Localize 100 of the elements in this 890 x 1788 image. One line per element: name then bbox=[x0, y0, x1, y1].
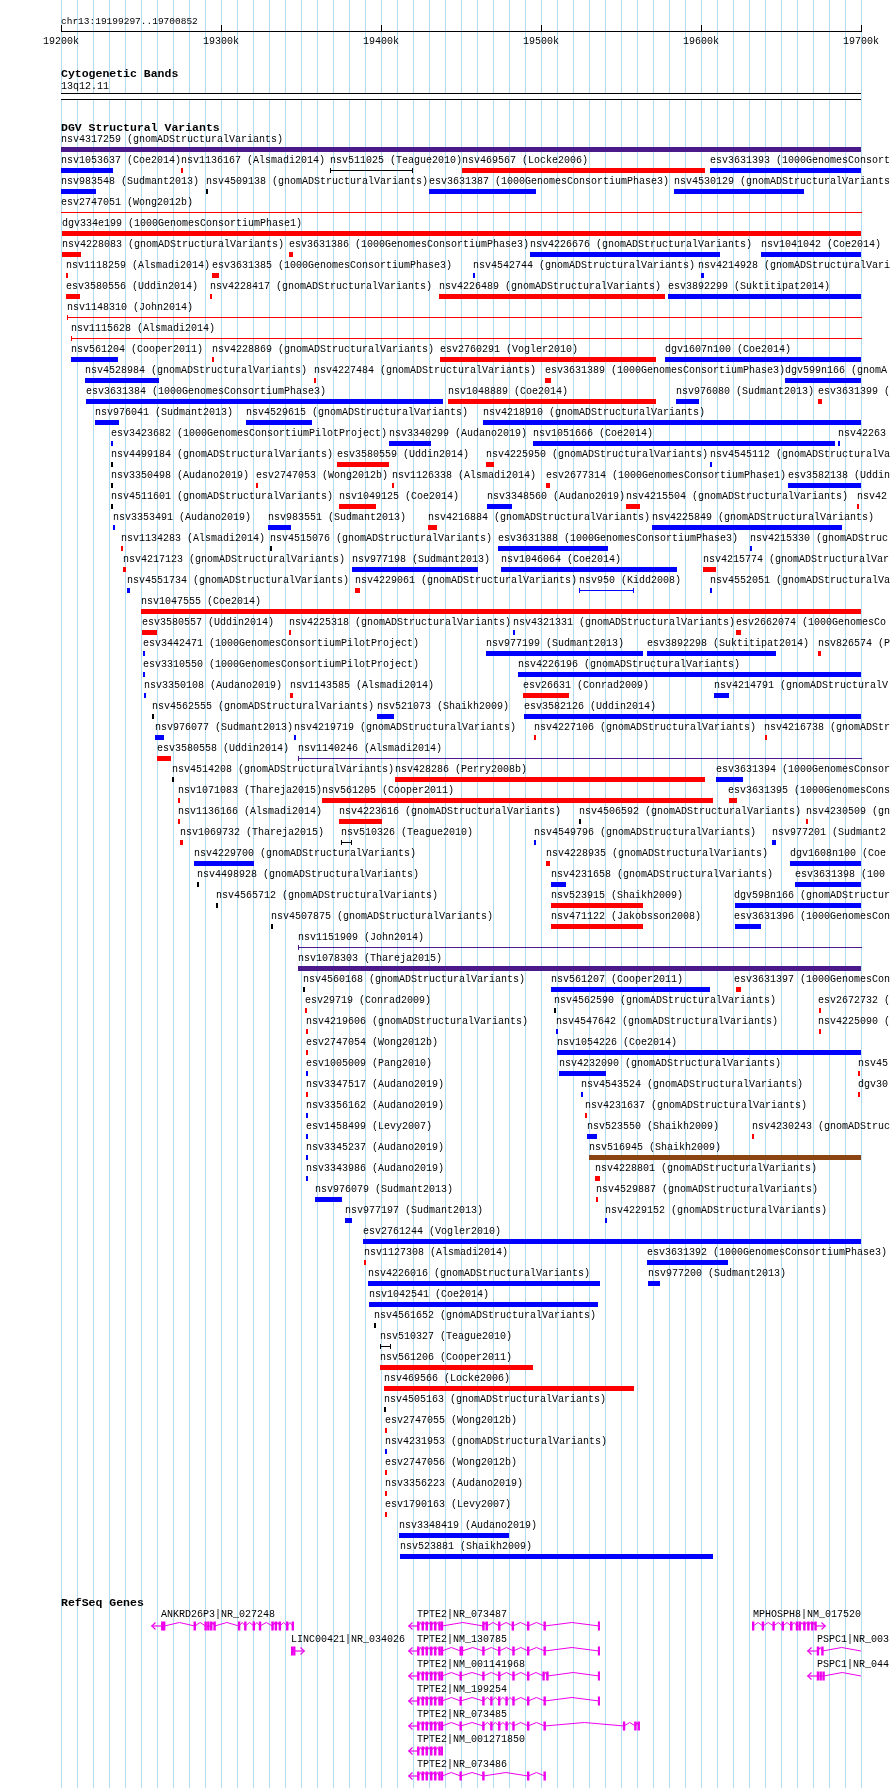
variant-bar[interactable] bbox=[735, 924, 761, 929]
gene-model-drawing[interactable] bbox=[408, 1771, 546, 1781]
variant-bar[interactable] bbox=[85, 378, 159, 383]
variant-bar[interactable] bbox=[761, 252, 861, 257]
variant-bar[interactable] bbox=[377, 714, 394, 719]
variant-bar[interactable] bbox=[546, 861, 550, 866]
variant-bar[interactable] bbox=[439, 294, 665, 299]
variant-bar[interactable] bbox=[486, 651, 643, 656]
variant-bar[interactable] bbox=[785, 378, 861, 383]
variant-bar[interactable] bbox=[735, 903, 861, 908]
variant-bar[interactable] bbox=[546, 483, 550, 488]
variant-bar[interactable] bbox=[501, 567, 677, 572]
variant-bar[interactable] bbox=[61, 168, 113, 173]
variant-bar[interactable] bbox=[339, 504, 376, 509]
variant-bar[interactable] bbox=[486, 462, 494, 467]
gene-model-drawing[interactable] bbox=[408, 1721, 640, 1731]
gene-model-drawing[interactable] bbox=[807, 1646, 861, 1656]
variant-bar[interactable] bbox=[339, 819, 382, 824]
variant-bar[interactable] bbox=[668, 294, 861, 299]
variant-bar[interactable] bbox=[716, 777, 743, 782]
variant-bar[interactable] bbox=[772, 840, 776, 845]
variant-bar[interactable] bbox=[498, 546, 608, 551]
variant-bar[interactable] bbox=[428, 525, 437, 530]
variant-bar[interactable] bbox=[127, 588, 130, 593]
variant-bar[interactable] bbox=[518, 672, 861, 677]
gene-model-drawing[interactable] bbox=[408, 1646, 600, 1656]
variant-bar[interactable] bbox=[795, 882, 861, 887]
variant-bar[interactable] bbox=[400, 1554, 713, 1559]
variant-bar[interactable] bbox=[62, 231, 861, 236]
variant-bar[interactable] bbox=[157, 756, 171, 761]
gene-model-drawing[interactable] bbox=[151, 1621, 294, 1631]
variant-bar[interactable] bbox=[710, 168, 861, 173]
variant-bar[interactable] bbox=[545, 378, 551, 383]
variant-bar[interactable] bbox=[95, 420, 119, 425]
variant-bar[interactable] bbox=[674, 189, 804, 194]
variant-bar[interactable] bbox=[155, 735, 164, 740]
variant-bar[interactable] bbox=[818, 399, 822, 404]
variant-bar[interactable] bbox=[395, 777, 705, 782]
variant-bar[interactable] bbox=[384, 1386, 634, 1391]
variant-bar[interactable] bbox=[123, 567, 126, 572]
variant-bar[interactable] bbox=[448, 399, 656, 404]
variant-bar[interactable] bbox=[61, 189, 96, 194]
variant-bar[interactable] bbox=[298, 966, 861, 971]
variant-bar[interactable] bbox=[818, 651, 821, 656]
variant-bar[interactable] bbox=[524, 714, 861, 719]
variant-span[interactable] bbox=[341, 840, 352, 845]
variant-bar[interactable] bbox=[368, 1281, 600, 1286]
variant-bar[interactable] bbox=[729, 798, 737, 803]
gene-model-drawing[interactable] bbox=[807, 1671, 861, 1681]
variant-bar[interactable] bbox=[736, 630, 741, 635]
variant-bar[interactable] bbox=[399, 1533, 509, 1538]
variant-bar[interactable] bbox=[345, 1218, 352, 1223]
variant-span[interactable] bbox=[298, 756, 862, 761]
variant-bar[interactable] bbox=[352, 567, 478, 572]
gene-model-drawing[interactable] bbox=[291, 1646, 305, 1656]
variant-bar[interactable] bbox=[533, 441, 835, 446]
variant-bar[interactable] bbox=[289, 252, 293, 257]
variant-bar[interactable] bbox=[61, 147, 861, 152]
gene-model-drawing[interactable] bbox=[408, 1621, 600, 1631]
variant-bar[interactable] bbox=[790, 861, 861, 866]
variant-bar[interactable] bbox=[551, 882, 566, 887]
variant-bar[interactable] bbox=[389, 441, 431, 446]
variant-bar[interactable] bbox=[652, 525, 842, 530]
variant-bar[interactable] bbox=[557, 1050, 861, 1055]
variant-span[interactable] bbox=[579, 588, 634, 593]
variant-bar[interactable] bbox=[355, 588, 360, 593]
variant-bar[interactable] bbox=[483, 420, 861, 425]
variant-span[interactable] bbox=[298, 945, 862, 950]
variant-bar[interactable] bbox=[647, 1260, 728, 1265]
gene-model-drawing[interactable] bbox=[752, 1621, 826, 1631]
variant-bar[interactable] bbox=[589, 1155, 861, 1160]
variant-bar[interactable] bbox=[62, 252, 81, 257]
variant-bar[interactable] bbox=[322, 798, 713, 803]
variant-bar[interactable] bbox=[788, 483, 861, 488]
variant-bar[interactable] bbox=[290, 693, 293, 698]
variant-bar[interactable] bbox=[587, 1134, 597, 1139]
variant-bar[interactable] bbox=[551, 924, 643, 929]
variant-bar[interactable] bbox=[530, 252, 720, 257]
variant-bar[interactable] bbox=[647, 651, 776, 656]
variant-bar[interactable] bbox=[268, 525, 291, 530]
variant-bar[interactable] bbox=[380, 1365, 533, 1370]
variant-bar[interactable] bbox=[86, 399, 443, 404]
variant-bar[interactable] bbox=[142, 630, 157, 635]
variant-bar[interactable] bbox=[194, 861, 254, 866]
variant-bar[interactable] bbox=[559, 1071, 606, 1076]
variant-bar[interactable] bbox=[551, 987, 710, 992]
variant-bar[interactable] bbox=[648, 1281, 660, 1286]
variant-bar[interactable] bbox=[703, 567, 716, 572]
variant-bar[interactable] bbox=[246, 420, 312, 425]
variant-bar[interactable] bbox=[595, 1176, 600, 1181]
variant-bar[interactable] bbox=[141, 609, 861, 614]
variant-bar[interactable] bbox=[212, 273, 219, 278]
variant-bar[interactable] bbox=[701, 273, 704, 278]
variant-bar[interactable] bbox=[665, 357, 861, 362]
variant-bar[interactable] bbox=[736, 987, 741, 992]
variant-span[interactable] bbox=[330, 168, 413, 173]
variant-bar[interactable] bbox=[180, 840, 183, 845]
gene-model-drawing[interactable] bbox=[408, 1746, 443, 1756]
variant-bar[interactable] bbox=[363, 1239, 861, 1244]
variant-bar[interactable] bbox=[337, 462, 389, 467]
